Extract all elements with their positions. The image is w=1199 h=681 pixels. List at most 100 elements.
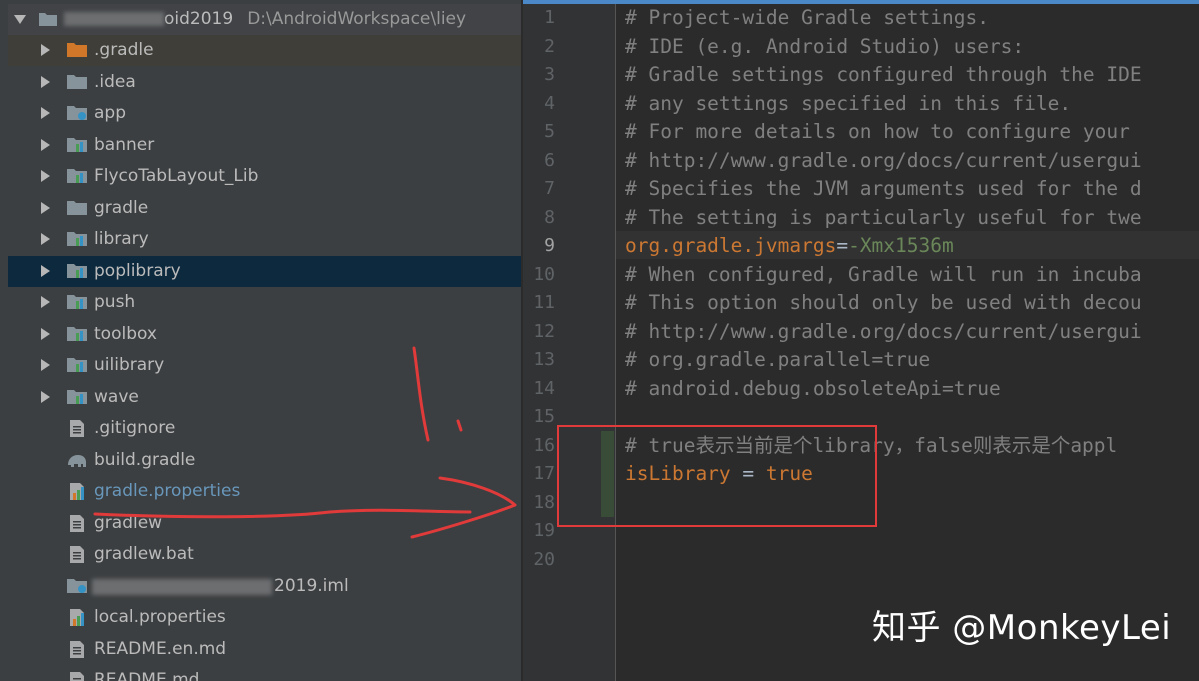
tree-item[interactable]: .gradle [8,35,521,66]
line-number: 12 [533,321,555,342]
chevron-right-icon[interactable] [41,359,50,371]
line-number: 15 [533,406,555,427]
chevron-right-icon[interactable] [41,265,50,277]
line-number: 6 [544,150,555,171]
chevron-right-icon[interactable] [41,170,50,182]
code-line[interactable]: # Project-wide Gradle settings. [625,4,989,32]
line-number: 17 [533,463,555,484]
chevron-right-icon[interactable] [41,233,50,245]
blurred-project-name [64,12,164,26]
line-number: 4 [544,93,555,114]
line-number: 9 [544,235,555,256]
line-number: 2 [544,36,555,57]
tree-item-label: README.md [94,670,200,681]
tree-item-label: banner [94,135,155,155]
project-name-suffix: oid2019 [164,9,234,29]
tree-item-label: .gradle [94,40,154,60]
code-line[interactable]: # http://www.gradle.org/docs/current/use… [625,147,1142,175]
chevron-right-icon[interactable] [41,328,50,340]
tree-item-label: FlycoTabLayout_Lib [94,166,259,186]
code-line[interactable]: # IDE (e.g. Android Studio) users: [625,33,1024,61]
blurred-file-name [92,579,272,595]
code-line[interactable]: # This option should only be used with d… [625,289,1142,317]
tree-item[interactable]: local.properties [8,602,521,633]
text-file-icon [70,420,84,437]
tree-item-label: gradle.properties [94,481,241,501]
line-number: 3 [544,64,555,85]
chevron-right-icon[interactable] [41,391,50,403]
tree-item-label: 2019.iml [274,576,349,596]
tree-item[interactable]: gradlew [8,508,521,539]
code-line[interactable]: # Gradle settings configured through the… [625,61,1142,89]
watermark: 知乎 @MonkeyLei [872,608,1172,648]
line-number: 18 [533,492,555,513]
tree-item-label: build.gradle [94,450,196,470]
project-path: D:\AndroidWorkspace\liey [247,9,467,29]
chevron-down-icon[interactable] [14,15,26,24]
line-number: 5 [544,121,555,142]
code-line[interactable]: # When configured, Gradle will run in in… [625,261,1142,289]
folder-icon [39,13,57,26]
library-module-icon [67,327,87,341]
text-file-icon [70,672,84,681]
chevron-right-icon[interactable] [41,76,50,88]
tree-item-label: gradlew.bat [94,544,194,564]
code-line[interactable]: # any settings specified in this file. [625,90,1071,118]
chevron-right-icon[interactable] [41,107,50,119]
library-module-icon [67,264,87,278]
chevron-right-icon[interactable] [41,44,50,56]
tree-item[interactable]: toolbox [8,319,521,350]
chevron-right-icon[interactable] [41,202,50,214]
tree-item[interactable]: gradle [8,193,521,224]
tree-root[interactable]: oid2019 D:\AndroidWorkspace\liey [8,4,521,35]
line-number: 7 [544,178,555,199]
project-tree[interactable]: oid2019 D:\AndroidWorkspace\liey .gradle … [8,0,521,681]
tree-item-label: toolbox [94,324,157,344]
tree-item-label: wave [94,387,139,407]
tree-item[interactable]: README.md [8,665,521,681]
tree-item[interactable]: 2019.iml [8,571,521,602]
tree-item[interactable]: README.en.md [8,634,521,665]
tree-item-label: app [94,103,126,123]
line-number: 20 [533,549,555,570]
tree-item[interactable]: uilibrary [8,350,521,381]
module-folder-icon [67,106,87,120]
code-line[interactable]: # android.debug.obsoleteApi=true [625,375,1001,403]
tree-item-label: poplibrary [94,261,181,281]
tree-item[interactable]: .gitignore [8,413,521,444]
code-line[interactable]: # http://www.gradle.org/docs/current/use… [625,318,1142,346]
tree-item[interactable]: build.gradle [8,445,521,476]
text-file-icon [70,546,84,563]
chevron-right-icon[interactable] [41,139,50,151]
code-line[interactable]: org.gradle.jvmargs=-Xmx1536m [625,232,954,260]
tree-item[interactable]: .idea [8,67,521,98]
code-line[interactable]: # The setting is particularly useful for… [625,204,1142,232]
tree-item[interactable]: FlycoTabLayout_Lib [8,161,521,192]
tree-item-selected[interactable]: poplibrary [8,256,521,287]
tree-item[interactable]: gradlew.bat [8,539,521,570]
tree-item-label: .idea [94,72,136,92]
code-line[interactable]: # Specifies the JVM arguments used for t… [625,175,1142,203]
tree-item[interactable]: app [8,98,521,129]
line-number: 14 [533,378,555,399]
tree-item[interactable]: wave [8,382,521,413]
folder-icon [67,43,87,57]
line-number: 10 [533,264,555,285]
tree-item-label: uilibrary [94,355,165,375]
chevron-right-icon[interactable] [41,296,50,308]
code-line[interactable]: # For more details on how to configure y… [625,118,1130,146]
tree-item[interactable]: library [8,224,521,255]
folder-icon [67,75,87,89]
line-number: 16 [533,435,555,456]
library-module-icon [67,232,87,246]
code-line[interactable]: # org.gradle.parallel=true [625,346,930,374]
tree-item[interactable]: gradle.properties [8,476,521,507]
line-number: 8 [544,207,555,228]
property-key: org.gradle.jvmargs [625,234,837,257]
tree-item-label: .gitignore [94,418,176,438]
tree-item[interactable]: push [8,287,521,318]
properties-file-icon [70,483,84,500]
tree-item[interactable]: banner [8,130,521,161]
iml-module-icon [67,579,87,593]
tree-item-label: gradle [94,198,149,218]
